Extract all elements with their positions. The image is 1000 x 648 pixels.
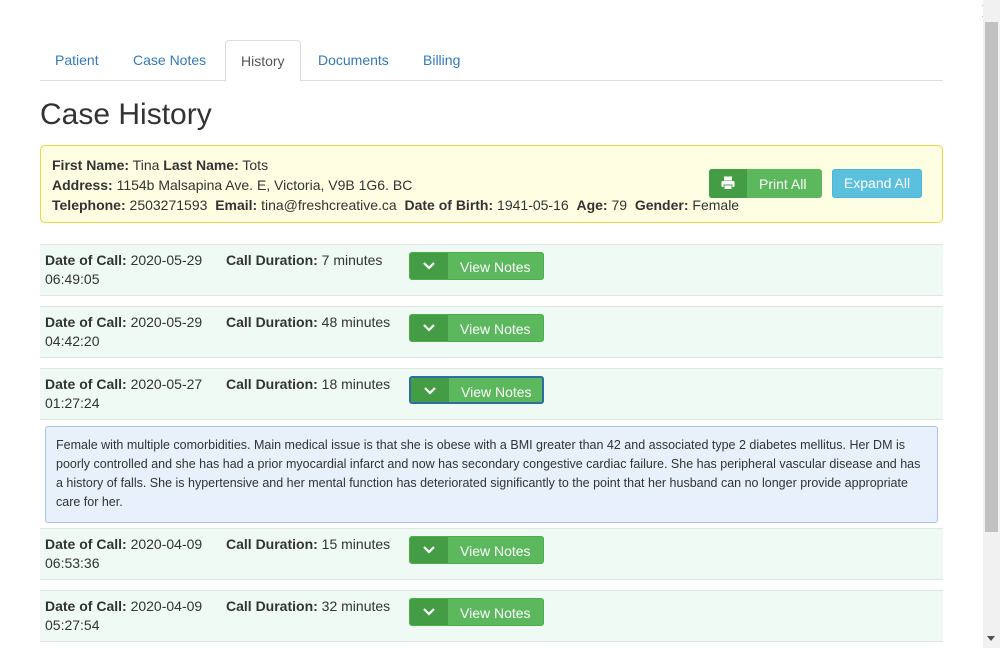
call-duration: Call Duration: 48 minutes	[226, 313, 390, 332]
call-duration: Call Duration: 18 minutes	[226, 375, 390, 394]
call-duration-value: 15 minutes	[321, 536, 391, 552]
expand-all-button[interactable]: Expand All	[832, 169, 922, 198]
view-notes-icon-area	[410, 599, 448, 625]
view-notes-icon-area	[410, 537, 448, 563]
call-duration-label: Call Duration:	[226, 536, 318, 552]
tab-patient[interactable]: Patient	[40, 40, 114, 81]
call-duration-label: Call Duration:	[226, 314, 318, 330]
patient-contact-line: Telephone: 2503271593 Email: tina@freshc…	[52, 197, 739, 213]
call-duration: Call Duration: 15 minutes	[226, 535, 390, 554]
address-label: Address:	[52, 177, 113, 193]
print-all-label: Print All	[759, 176, 807, 192]
print-all-button[interactable]: Print All	[709, 169, 822, 198]
call-duration-label: Call Duration:	[226, 598, 318, 614]
date-of-call-label: Date of Call:	[45, 536, 127, 552]
tab-billing[interactable]: Billing	[408, 40, 475, 81]
view-notes-icon-area	[410, 253, 448, 279]
call-duration-value: 7 minutes	[321, 252, 383, 268]
dob-value: 1941-05-16	[497, 197, 569, 213]
call-date: Date of Call: 2020-04-09 05:27:54	[45, 597, 215, 635]
view-notes-button[interactable]: View Notes	[409, 376, 544, 404]
tab-case-notes[interactable]: Case Notes	[118, 40, 221, 81]
address-value: 1154b Malsapina Ave. E, Victoria, V9B 1G…	[116, 177, 413, 193]
first-name-label: First Name:	[52, 157, 130, 173]
chevron-down-icon	[423, 262, 435, 270]
call-duration-value: 32 minutes	[321, 598, 391, 614]
date-of-call-label: Date of Call:	[45, 598, 127, 614]
gender-label: Gender:	[634, 197, 689, 213]
date-of-call-label: Date of Call:	[45, 252, 127, 268]
view-notes-button[interactable]: View Notes	[409, 252, 544, 280]
call-date: Date of Call: 2020-05-27 01:27:24	[45, 375, 215, 413]
telephone-value: 2503271593	[129, 197, 208, 213]
email-value: tina@freshcreative.ca	[261, 197, 397, 213]
view-notes-button[interactable]: View Notes	[409, 314, 544, 342]
call-row: Date of Call: 2020-04-09 05:27:54 Call D…	[40, 590, 943, 642]
age-value: 79	[611, 197, 628, 213]
patient-address-line: Address: 1154b Malsapina Ave. E, Victori…	[52, 177, 412, 193]
call-duration-value: 18 minutes	[321, 376, 391, 392]
view-notes-label: View Notes	[461, 384, 532, 400]
call-notes-panel: Female with multiple comorbidities. Main…	[45, 426, 938, 523]
tab-history[interactable]: History	[225, 40, 301, 82]
chevron-down-icon	[423, 324, 435, 332]
call-time-value: 05:27:54	[45, 617, 100, 633]
call-row: Date of Call: 2020-05-27 01:27:24 Call D…	[40, 368, 943, 420]
age-label: Age:	[576, 197, 608, 213]
call-time-value: 01:27:24	[45, 395, 100, 411]
chevron-down-icon	[423, 608, 435, 616]
call-date-value: 2020-05-27	[130, 376, 203, 392]
printer-icon	[721, 176, 735, 190]
view-notes-icon-area	[411, 378, 449, 402]
page-title: Case History	[40, 98, 212, 131]
vertical-scrollbar[interactable]	[983, 0, 1000, 648]
call-date: Date of Call: 2020-05-29 06:49:05	[45, 251, 215, 289]
view-notes-label: View Notes	[460, 321, 531, 337]
call-row: Date of Call: 2020-04-09 06:53:36 Call D…	[40, 528, 943, 580]
tab-bar: Patient Case Notes History Documents Bil…	[40, 40, 943, 82]
print-icon-area	[709, 169, 747, 198]
date-of-call-label: Date of Call:	[45, 376, 127, 392]
view-notes-label: View Notes	[460, 543, 531, 559]
email-label: Email:	[215, 197, 258, 213]
view-notes-button[interactable]: View Notes	[409, 598, 544, 626]
call-duration: Call Duration: 32 minutes	[226, 597, 390, 616]
patient-name-line: First Name: Tina Last Name: Tots	[52, 157, 268, 173]
view-notes-label: View Notes	[460, 259, 531, 275]
chevron-down-icon	[423, 546, 435, 554]
call-date-value: 2020-05-29	[130, 252, 203, 268]
view-notes-icon-area	[410, 315, 448, 341]
call-date-value: 2020-04-09	[130, 598, 203, 614]
view-notes-button[interactable]: View Notes	[409, 536, 544, 564]
call-date-value: 2020-05-29	[130, 314, 203, 330]
chevron-down-icon	[424, 387, 436, 395]
first-name-value: Tina	[132, 157, 160, 173]
call-time-value: 06:53:36	[45, 555, 100, 571]
call-date: Date of Call: 2020-05-29 04:42:20	[45, 313, 215, 351]
call-row: Date of Call: 2020-05-29 04:42:20 Call D…	[40, 306, 943, 358]
tab-documents[interactable]: Documents	[303, 40, 404, 81]
call-duration-value: 48 minutes	[321, 314, 391, 330]
call-date: Date of Call: 2020-04-09 06:53:36	[45, 535, 215, 573]
date-of-call-label: Date of Call:	[45, 314, 127, 330]
call-time-value: 06:49:05	[45, 271, 100, 287]
call-date-value: 2020-04-09	[130, 536, 203, 552]
last-name-value: Tots	[242, 157, 269, 173]
scroll-down-arrow-icon[interactable]	[987, 636, 995, 641]
call-time-value: 04:42:20	[45, 333, 100, 349]
call-duration-label: Call Duration:	[226, 252, 318, 268]
last-name-label: Last Name:	[163, 157, 239, 173]
dob-label: Date of Birth:	[404, 197, 494, 213]
call-duration-label: Call Duration:	[226, 376, 318, 392]
scrollbar-thumb[interactable]	[985, 22, 998, 532]
call-row: Date of Call: 2020-05-29 06:49:05 Call D…	[40, 244, 943, 296]
call-duration: Call Duration: 7 minutes	[226, 251, 382, 270]
patient-info-panel: First Name: Tina Last Name: Tots Address…	[40, 145, 943, 223]
gender-value: Female	[692, 197, 740, 213]
telephone-label: Telephone:	[52, 197, 126, 213]
view-notes-label: View Notes	[460, 605, 531, 621]
